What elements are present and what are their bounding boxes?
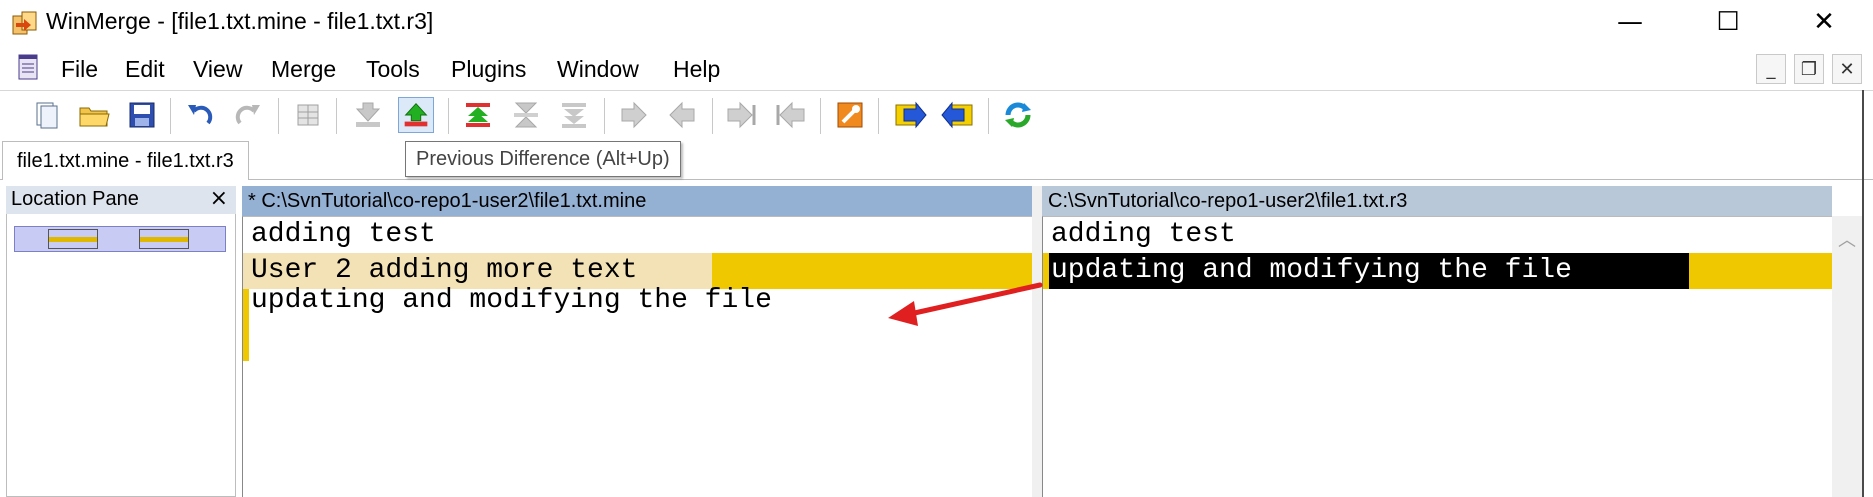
mdi-restore-button[interactable]: ❐ bbox=[1794, 54, 1824, 84]
current-diff-icon[interactable] bbox=[508, 97, 544, 133]
minimize-button[interactable]: — bbox=[1588, 0, 1672, 44]
location-pane-header: Location Pane × bbox=[6, 186, 236, 214]
scroll-up-arrow-icon[interactable]: ︿ bbox=[1838, 226, 1856, 252]
next-diff-icon[interactable] bbox=[350, 97, 386, 133]
document-menu-icon[interactable] bbox=[14, 52, 44, 82]
close-button[interactable]: ✕ bbox=[1782, 0, 1866, 44]
menu-window[interactable]: Window bbox=[557, 56, 639, 83]
toolbar-separator bbox=[448, 98, 449, 134]
previous-diff-icon[interactable] bbox=[398, 97, 434, 133]
right-file-pane[interactable]: C:\SvnTutorial\co-repo1-user2\file1.txt.… bbox=[1042, 186, 1833, 497]
toolbar bbox=[0, 90, 1873, 141]
menu-help[interactable]: Help bbox=[673, 56, 720, 83]
undo-icon[interactable] bbox=[182, 97, 218, 133]
toolbar-separator bbox=[712, 98, 713, 134]
code-line-selected: updating and modifying the file bbox=[1051, 255, 1572, 286]
refresh-icon[interactable] bbox=[1000, 97, 1036, 133]
tab-file-compare[interactable]: file1.txt.mine - file1.txt.r3 bbox=[2, 141, 249, 180]
maximize-button[interactable]: ☐ bbox=[1686, 0, 1770, 44]
diff-margin-marker bbox=[243, 289, 249, 361]
code-line: updating and modifying the file bbox=[251, 285, 772, 316]
toolbar-separator bbox=[336, 98, 337, 134]
last-diff-icon[interactable] bbox=[556, 97, 592, 133]
copy-right-icon[interactable] bbox=[616, 97, 652, 133]
location-pane-diff-map[interactable] bbox=[14, 226, 226, 252]
code-line: adding test bbox=[251, 219, 436, 250]
code-line: adding test bbox=[1051, 219, 1236, 250]
mdi-minimize-button[interactable]: _ bbox=[1756, 54, 1786, 84]
open-folder-icon[interactable] bbox=[76, 97, 112, 133]
menu-view[interactable]: View bbox=[193, 56, 242, 83]
copy-left-advance-icon[interactable] bbox=[772, 97, 808, 133]
redo-icon[interactable] bbox=[230, 97, 266, 133]
location-pane-title: Location Pane bbox=[11, 188, 139, 210]
toolbar-separator bbox=[170, 98, 171, 134]
tab-strip-border bbox=[0, 179, 1873, 180]
tooltip-previous-difference: Previous Difference (Alt+Up) bbox=[405, 141, 681, 177]
next-file-icon[interactable] bbox=[892, 97, 928, 133]
copy-left-icon[interactable] bbox=[664, 97, 700, 133]
location-diff-marker-right bbox=[139, 229, 189, 249]
winmerge-app-icon bbox=[12, 11, 37, 35]
menu-plugins[interactable]: Plugins bbox=[451, 56, 526, 83]
left-file-pane[interactable]: * C:\SvnTutorial\co-repo1-user2\file1.tx… bbox=[242, 186, 1033, 497]
toolbar-separator bbox=[604, 98, 605, 134]
menu-tools[interactable]: Tools bbox=[366, 56, 420, 83]
menu-file[interactable]: File bbox=[61, 56, 98, 83]
vertical-scrollbar[interactable] bbox=[1832, 216, 1862, 497]
menu-edit[interactable]: Edit bbox=[125, 56, 165, 83]
pane-splitter[interactable] bbox=[1032, 186, 1042, 497]
toolbar-separator bbox=[988, 98, 989, 134]
options-icon[interactable] bbox=[832, 97, 868, 133]
left-text-area[interactable]: adding test User 2 adding more text upda… bbox=[242, 216, 1033, 497]
location-diff-marker-left bbox=[48, 229, 98, 249]
location-pane-close-button[interactable]: × bbox=[210, 186, 228, 211]
window-title: WinMerge - [file1.txt.mine - file1.txt.r… bbox=[46, 8, 434, 34]
menu-merge[interactable]: Merge bbox=[271, 56, 336, 83]
right-file-path: C:\SvnTutorial\co-repo1-user2\file1.txt.… bbox=[1042, 186, 1832, 216]
window-border bbox=[1862, 90, 1864, 497]
first-diff-icon[interactable] bbox=[460, 97, 496, 133]
mdi-close-button[interactable]: ✕ bbox=[1832, 54, 1862, 84]
left-file-path: * C:\SvnTutorial\co-repo1-user2\file1.tx… bbox=[242, 186, 1032, 216]
save-icon[interactable] bbox=[124, 97, 160, 133]
toolbar-separator bbox=[820, 98, 821, 134]
toolbar-separator bbox=[278, 98, 279, 134]
tab-strip bbox=[0, 140, 1873, 180]
right-text-area[interactable]: adding test updating and modifying the f… bbox=[1042, 216, 1833, 497]
copy-right-advance-icon[interactable] bbox=[724, 97, 760, 133]
previous-file-icon[interactable] bbox=[940, 97, 976, 133]
toolbar-separator bbox=[878, 98, 879, 134]
new-icon[interactable] bbox=[28, 97, 64, 133]
diff-context-icon[interactable] bbox=[290, 97, 326, 133]
